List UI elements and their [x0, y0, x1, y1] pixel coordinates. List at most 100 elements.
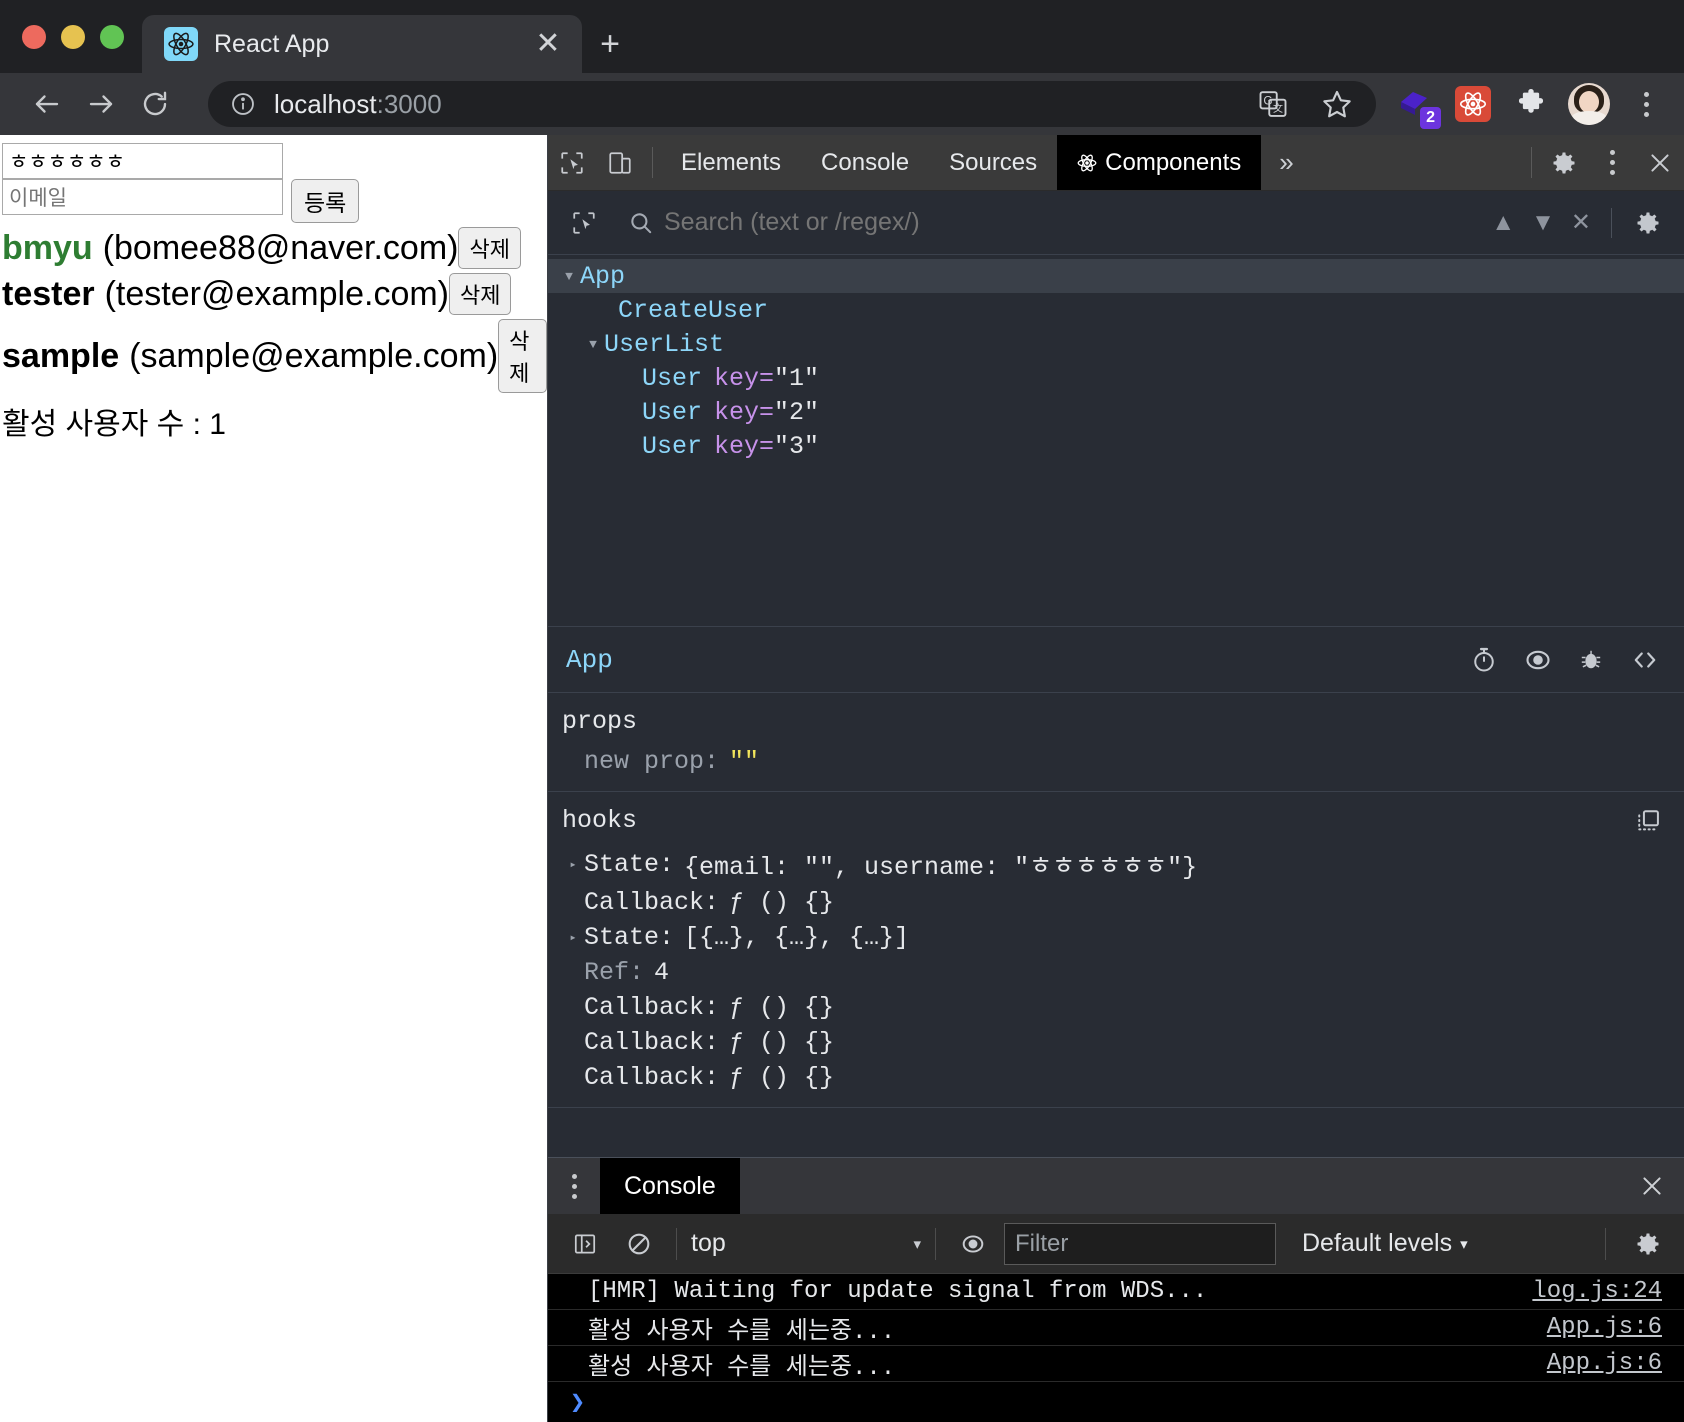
- chevron-up-icon[interactable]: ▲: [1491, 209, 1515, 237]
- close-icon[interactable]: [1636, 135, 1684, 190]
- hook-key: Ref:: [584, 958, 645, 987]
- search-input[interactable]: [664, 208, 1472, 237]
- delete-button[interactable]: 삭제: [449, 273, 512, 315]
- inspect-cursor-icon[interactable]: [548, 135, 596, 190]
- filter-input[interactable]: Filter: [1004, 1222, 1276, 1265]
- console-log-row[interactable]: [HMR] Waiting for update signal from WDS…: [548, 1274, 1684, 1310]
- tree-item-userlist[interactable]: ▼ UserList: [548, 327, 1684, 361]
- url-host: localhost: [274, 88, 377, 119]
- star-icon[interactable]: [1316, 83, 1358, 125]
- minimize-window-button[interactable]: [61, 25, 85, 49]
- prop-row[interactable]: ▸ new prop: "": [548, 744, 1684, 779]
- search-icon: [628, 210, 654, 236]
- react-icon: [164, 27, 198, 61]
- clear-console-icon[interactable]: [616, 1221, 662, 1267]
- drawer-menu-icon[interactable]: [548, 1158, 600, 1214]
- console-log-row[interactable]: 활성 사용자 수를 세는중... App.js:6: [548, 1346, 1684, 1382]
- log-source-link[interactable]: App.js:6: [1547, 1314, 1662, 1341]
- timer-icon[interactable]: [1470, 646, 1498, 674]
- url-port: :3000: [376, 88, 442, 119]
- selected-component-bar: App: [548, 627, 1684, 693]
- log-message: [HMR] Waiting for update signal from WDS…: [588, 1278, 1208, 1305]
- live-expression-icon[interactable]: [950, 1221, 996, 1267]
- register-button[interactable]: 등록: [291, 179, 360, 223]
- device-toolbar-icon[interactable]: [596, 135, 644, 190]
- hook-row[interactable]: ▸ Callback: ƒ () {}: [548, 1025, 1684, 1060]
- close-drawer-icon[interactable]: [1620, 1158, 1684, 1214]
- copy-to-clipboard-icon[interactable]: [1634, 806, 1662, 839]
- tree-item-label: App: [580, 261, 626, 291]
- more-tabs-button[interactable]: »: [1261, 135, 1311, 190]
- username-input[interactable]: ㅎㅎㅎㅎㅎㅎ: [2, 143, 283, 179]
- delete-button[interactable]: 삭제: [458, 227, 521, 269]
- show-console-sidebar-icon[interactable]: [562, 1221, 608, 1267]
- gear-icon[interactable]: [1612, 209, 1684, 237]
- execution-context-select[interactable]: top ▾: [691, 1229, 921, 1258]
- tree-item-user[interactable]: ▼ User key= "2": [548, 395, 1684, 429]
- hook-row[interactable]: ▸ State: [{…}, {…}, {…}]: [548, 920, 1684, 955]
- user-name[interactable]: bmyu: [2, 229, 93, 268]
- tree-item-user[interactable]: ▼ User key= "1": [548, 361, 1684, 395]
- kebab-menu-icon[interactable]: [1626, 82, 1666, 126]
- info-icon[interactable]: [230, 91, 256, 117]
- selected-component-name: App: [566, 644, 613, 675]
- chevron-down-icon[interactable]: ▼: [558, 269, 580, 284]
- tab-title: React App: [214, 29, 330, 58]
- bug-icon[interactable]: [1578, 647, 1604, 673]
- hooks-title: hooks: [562, 806, 638, 835]
- hook-row[interactable]: ▸ Callback: ƒ () {}: [548, 990, 1684, 1025]
- tab-console[interactable]: Console: [801, 135, 929, 190]
- hook-key: State:: [584, 923, 675, 952]
- close-window-button[interactable]: [22, 25, 46, 49]
- arrow-left-icon[interactable]: [22, 79, 72, 129]
- tree-item-createuser[interactable]: ▼ CreateUser: [548, 293, 1684, 327]
- chevron-right-icon[interactable]: ▸: [562, 857, 584, 872]
- avatar[interactable]: [1568, 83, 1610, 125]
- log-source-link[interactable]: log.js:24: [1532, 1278, 1662, 1305]
- hook-value: 4: [654, 958, 670, 987]
- chevron-down-icon[interactable]: ▼: [1531, 209, 1555, 237]
- console-log-row[interactable]: 활성 사용자 수를 세는중... App.js:6: [548, 1310, 1684, 1346]
- user-name[interactable]: sample: [2, 337, 119, 376]
- new-tab-button[interactable]: +: [582, 15, 638, 73]
- arrow-right-icon[interactable]: [76, 79, 126, 129]
- log-source-link[interactable]: App.js:6: [1547, 1350, 1662, 1377]
- execution-context-value: top: [691, 1229, 726, 1257]
- console-prompt[interactable]: ❯: [548, 1382, 1684, 1422]
- hook-row[interactable]: ▸ Callback: ƒ () {}: [548, 1060, 1684, 1095]
- translate-icon[interactable]: G 文: [1252, 83, 1294, 125]
- devtools-menu-icon[interactable]: [1588, 135, 1636, 190]
- email-row: 이메일 등록: [2, 179, 547, 223]
- close-tab-button[interactable]: ✕: [530, 29, 566, 59]
- drawer-tab-console[interactable]: Console: [600, 1158, 740, 1214]
- devtools-panel: Elements Console Sources Components » Se…: [547, 135, 1684, 1422]
- chevron-right-icon[interactable]: ▸: [562, 930, 584, 945]
- gear-icon[interactable]: [1612, 1230, 1684, 1258]
- gear-icon[interactable]: [1540, 135, 1588, 190]
- devtools-extension-icon[interactable]: 2: [1394, 83, 1441, 129]
- browser-tab[interactable]: React App ✕: [142, 15, 582, 73]
- select-element-icon[interactable]: [556, 191, 612, 255]
- hook-row[interactable]: ▸ Ref: 4: [548, 955, 1684, 990]
- react-devtools-extension-icon[interactable]: [1452, 83, 1494, 125]
- eye-icon[interactable]: [1524, 646, 1552, 674]
- tree-item-user[interactable]: ▼ User key= "3": [548, 429, 1684, 463]
- user-name[interactable]: tester: [2, 275, 95, 314]
- source-code-icon[interactable]: [1630, 647, 1660, 673]
- chevron-down-icon[interactable]: ▼: [582, 337, 604, 352]
- hook-row[interactable]: ▸ State: {email: "", username: "ㅎㅎㅎㅎㅎㅎ"}: [548, 843, 1684, 885]
- address-bar[interactable]: localhost:3000 G 文: [208, 81, 1376, 127]
- tree-item-app[interactable]: ▼ App: [548, 259, 1684, 293]
- tab-elements[interactable]: Elements: [661, 135, 801, 190]
- delete-button[interactable]: 삭제: [498, 319, 547, 393]
- reload-icon[interactable]: [130, 79, 180, 129]
- log-levels-select[interactable]: Default levels ▾: [1302, 1229, 1468, 1258]
- tab-components[interactable]: Components: [1057, 135, 1262, 190]
- hook-row[interactable]: ▸ Callback: ƒ () {}: [548, 885, 1684, 920]
- hook-key: Callback:: [584, 1028, 720, 1057]
- email-input[interactable]: 이메일: [2, 179, 283, 215]
- zoom-window-button[interactable]: [100, 25, 124, 49]
- clear-search-icon[interactable]: ✕: [1571, 208, 1591, 237]
- tab-sources[interactable]: Sources: [929, 135, 1057, 190]
- puzzle-icon[interactable]: [1510, 83, 1552, 125]
